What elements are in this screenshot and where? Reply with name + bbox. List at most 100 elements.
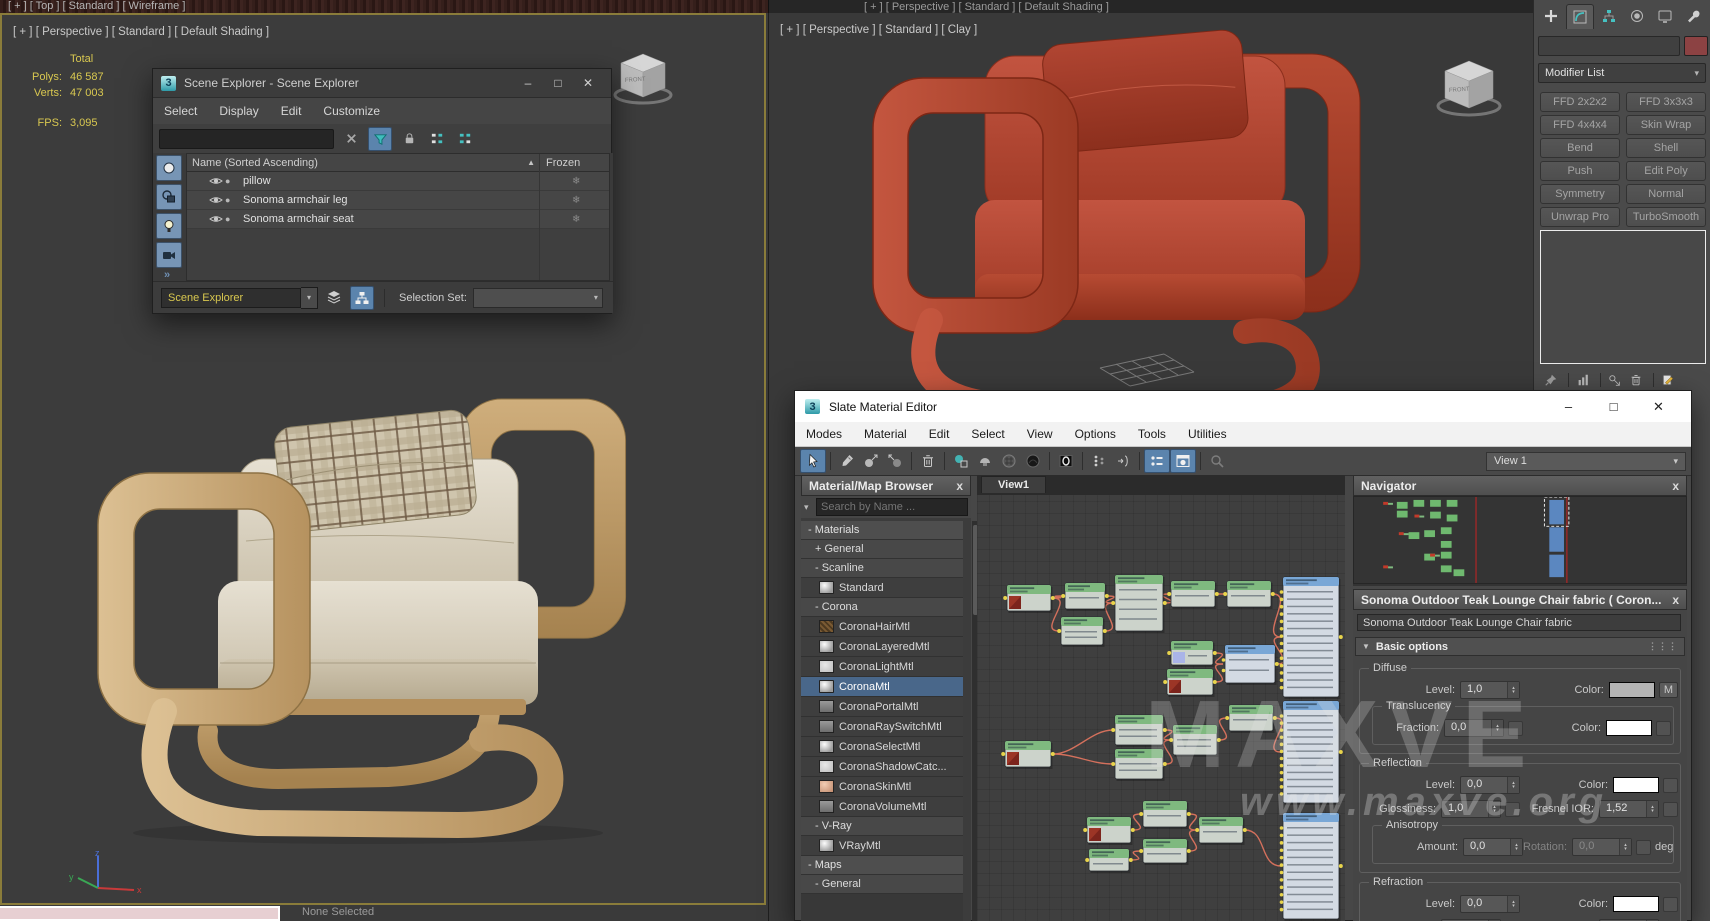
maxscript-mini-listener[interactable] xyxy=(0,906,280,921)
table-row[interactable]: ●Sonoma armchair seat❄ xyxy=(187,210,609,229)
display-layers-icon[interactable] xyxy=(323,286,345,308)
material-parameter-editor-icon[interactable] xyxy=(1144,449,1170,473)
modifier-button-skin-wrap[interactable]: Skin Wrap xyxy=(1626,115,1706,135)
tab-motion[interactable] xyxy=(1624,4,1650,28)
material-node[interactable] xyxy=(1225,705,1277,733)
browser-item[interactable]: CoronaPortalMtl xyxy=(801,697,963,717)
color-swatch[interactable] xyxy=(1613,896,1659,912)
wooden-armchair-model[interactable] xyxy=(68,381,692,853)
material-node[interactable] xyxy=(1085,849,1133,873)
scene-explorer-titlebar[interactable]: 3 Scene Explorer - Scene Explorer – □ ✕ xyxy=(153,69,611,98)
navigator-minimap[interactable] xyxy=(1353,496,1687,584)
view-selector-dropdown[interactable]: View 1▾ xyxy=(1486,452,1686,471)
show-end-result-icon[interactable] xyxy=(1021,450,1045,472)
viewcube-right[interactable]: FRONT xyxy=(1431,51,1507,123)
hierarchy-view-icon[interactable] xyxy=(350,286,374,310)
param-spinner[interactable]: 1,0▴▾ xyxy=(1441,800,1501,818)
material-node[interactable] xyxy=(1139,801,1191,829)
browser-item[interactable]: CoronaVolumeMtl xyxy=(801,797,963,817)
configure-modifier-sets-icon[interactable] xyxy=(1659,372,1677,388)
show-end-result-icon[interactable] xyxy=(1574,372,1592,388)
browser-item[interactable]: Standard xyxy=(801,578,963,598)
close-panel-icon[interactable]: x xyxy=(1672,479,1679,493)
basic-options-rollout[interactable]: ▼ Basic options ⋮⋮⋮ xyxy=(1355,637,1685,656)
lock-selection-icon[interactable] xyxy=(398,127,420,149)
browser-subgroup[interactable]: - V-Ray xyxy=(801,817,963,836)
column-header-name[interactable]: Name (Sorted Ascending) ▲ xyxy=(187,157,539,169)
remove-modifier-icon[interactable] xyxy=(1627,372,1645,388)
tab-view1[interactable]: View1 xyxy=(981,476,1046,493)
map-slot-button[interactable] xyxy=(1636,840,1651,855)
slate-menu-modes[interactable]: Modes xyxy=(795,427,853,441)
selection-set-dropdown[interactable]: ▾ xyxy=(473,288,603,308)
slate-menu-options[interactable]: Options xyxy=(1064,427,1127,441)
put-material-to-scene-icon[interactable] xyxy=(883,450,907,472)
material-preview-icon[interactable] xyxy=(1170,449,1196,473)
minimize-button[interactable]: – xyxy=(513,76,543,90)
slate-menu-material[interactable]: Material xyxy=(853,427,918,441)
slate-titlebar[interactable]: 3 Slate Material Editor – □ ✕ xyxy=(795,391,1691,422)
frozen-icon[interactable]: ❄ xyxy=(572,195,580,206)
material-node[interactable] xyxy=(1083,817,1135,845)
browser-subgroup[interactable]: - General xyxy=(801,875,963,894)
pin-stack-icon[interactable] xyxy=(1542,372,1560,388)
put-to-library-icon[interactable] xyxy=(973,450,997,472)
object-dot-icon[interactable]: ● xyxy=(225,214,239,224)
material-node[interactable] xyxy=(1169,725,1221,757)
browser-item[interactable]: CoronaMtl xyxy=(801,677,963,697)
browser-search-input[interactable] xyxy=(816,498,968,516)
browser-item[interactable]: VRayMtl xyxy=(801,836,963,856)
map-shortcut-button[interactable]: M xyxy=(1659,682,1678,698)
node-canvas[interactable] xyxy=(977,495,1345,921)
map-slot-button[interactable] xyxy=(1663,897,1678,912)
scene-explorer-menu-select[interactable]: Select xyxy=(153,104,208,118)
modifier-button-turbosmooth[interactable]: TurboSmooth xyxy=(1626,207,1706,227)
layout-children-icon[interactable] xyxy=(1111,450,1135,472)
material-node[interactable] xyxy=(1061,583,1109,611)
column-header-frozen[interactable]: Frozen xyxy=(539,157,609,169)
display-lights-icon[interactable] xyxy=(156,213,182,239)
slate-menu-view[interactable]: View xyxy=(1016,427,1064,441)
map-slot-button[interactable] xyxy=(1505,802,1520,817)
delete-selected-icon[interactable] xyxy=(916,450,940,472)
tab-modify[interactable] xyxy=(1566,4,1594,29)
rail-more-icon[interactable]: » xyxy=(164,269,170,281)
visibility-eye-icon[interactable] xyxy=(209,195,225,205)
map-slot-button[interactable] xyxy=(1656,721,1671,736)
viewcube[interactable]: FRONT xyxy=(608,45,678,111)
zoom-region-icon[interactable] xyxy=(1205,450,1229,472)
filter-icon[interactable] xyxy=(368,127,392,151)
frozen-icon[interactable]: ❄ xyxy=(572,176,580,187)
material-node[interactable] xyxy=(1111,575,1167,633)
slate-menu-tools[interactable]: Tools xyxy=(1127,427,1177,441)
material-node[interactable] xyxy=(1057,617,1107,647)
param-spinner[interactable]: 1,0▴▾ xyxy=(1460,681,1520,699)
material-node[interactable] xyxy=(1163,669,1217,697)
maximize-button[interactable]: □ xyxy=(543,76,573,90)
modifier-button-ffd-3x3x3[interactable]: FFD 3x3x3 xyxy=(1626,92,1706,112)
modifier-button-normal[interactable]: Normal xyxy=(1626,184,1706,204)
modifier-button-push[interactable]: Push xyxy=(1540,161,1620,181)
show-map-in-viewport-icon[interactable] xyxy=(997,450,1021,472)
modifier-button-symmetry[interactable]: Symmetry xyxy=(1540,184,1620,204)
material-name-field[interactable]: Sonoma Outdoor Teak Lounge Chair fabric xyxy=(1357,614,1681,631)
map-slot-button[interactable] xyxy=(1663,802,1678,817)
close-button[interactable]: ✕ xyxy=(1636,399,1681,415)
param-spinner[interactable]: 0,0▴▾ xyxy=(1572,838,1632,856)
modifier-list-dropdown[interactable]: Modifier List ▾ xyxy=(1538,63,1706,83)
display-cameras-icon[interactable] xyxy=(156,242,182,268)
show-node-numbers-icon[interactable] xyxy=(1054,450,1078,472)
modifier-stack-list[interactable] xyxy=(1540,230,1706,364)
param-spinner[interactable]: 0,0▴▾ xyxy=(1460,776,1520,794)
modifier-button-ffd-4x4x4[interactable]: FFD 4x4x4 xyxy=(1540,115,1620,135)
display-geometry-icon[interactable] xyxy=(156,155,182,181)
material-node[interactable] xyxy=(1111,749,1167,781)
slate-menu-edit[interactable]: Edit xyxy=(918,427,961,441)
material-node[interactable] xyxy=(1222,645,1279,685)
browser-subgroup[interactable]: - Corona xyxy=(801,598,963,617)
material-node[interactable] xyxy=(1001,741,1055,769)
param-spinner[interactable]: 1,52▴▾ xyxy=(1599,800,1659,818)
browser-subgroup[interactable]: - Scanline xyxy=(801,559,963,578)
visibility-eye-icon[interactable] xyxy=(209,176,225,186)
material-node[interactable] xyxy=(1280,813,1343,921)
